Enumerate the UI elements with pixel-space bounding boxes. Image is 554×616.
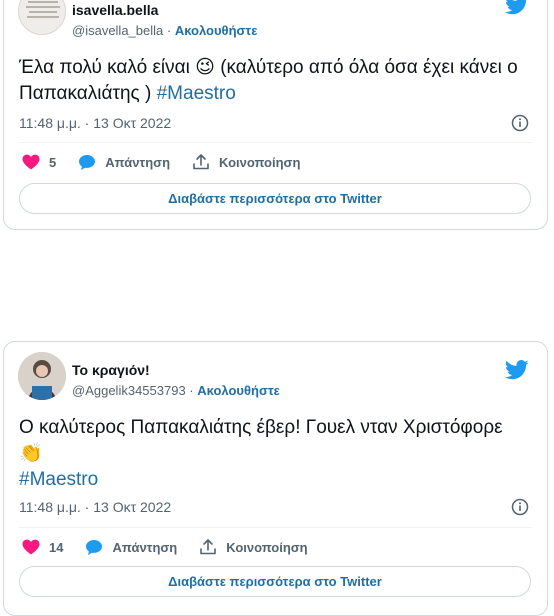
handle-line: @isavella_bella · Ακολουθήστε bbox=[72, 23, 257, 38]
share-icon bbox=[193, 154, 209, 170]
reply-button[interactable]: Απάντηση bbox=[78, 154, 170, 171]
reply-button[interactable]: Απάντηση bbox=[85, 539, 177, 556]
tweet-body: Ο καλύτερος Παπακαλιάτης έβερ! Γουελ ντα… bbox=[19, 417, 503, 464]
like-count: 5 bbox=[49, 154, 57, 170]
share-button[interactable]: Κοινοποίηση bbox=[199, 538, 308, 556]
follow-link[interactable]: Ακολουθήστε bbox=[175, 23, 258, 38]
tweet-body: Έλα πολύ καλό είναι 😉 (καλύτερο από όλα … bbox=[19, 57, 518, 104]
hashtag-link[interactable]: #Maestro bbox=[157, 83, 236, 104]
tweet-card: isavella.bella @isavella_bella · Ακολουθ… bbox=[3, 0, 548, 230]
read-more-button[interactable]: Διαβάστε περισσότερα στο Twitter bbox=[19, 566, 531, 597]
timestamp[interactable]: 11:48 μ.μ. · 13 Οκτ 2022 bbox=[19, 499, 171, 515]
twitter-bird-icon[interactable] bbox=[505, 360, 529, 380]
reply-label: Απάντηση bbox=[112, 539, 178, 555]
read-more-button[interactable]: Διαβάστε περισσότερα στο Twitter bbox=[19, 183, 531, 214]
separator: · bbox=[163, 23, 175, 38]
divider bbox=[19, 142, 532, 143]
display-name[interactable]: Το κραγιόν! bbox=[72, 362, 150, 378]
twitter-bird-icon[interactable] bbox=[505, 0, 529, 15]
user-handle[interactable]: @isavella_bella bbox=[72, 23, 163, 38]
tweet-card: Το κραγιόν! @Aggelik34553793 · Ακολουθήσ… bbox=[3, 341, 548, 616]
action-bar: 14 Απάντηση Κοινοποίηση bbox=[22, 538, 330, 556]
info-icon[interactable] bbox=[511, 498, 529, 516]
heart-icon bbox=[22, 154, 40, 170]
hashtag-link[interactable]: #Maestro bbox=[19, 469, 98, 490]
heart-icon bbox=[22, 539, 40, 555]
avatar[interactable] bbox=[18, 352, 66, 400]
display-name[interactable]: isavella.bella bbox=[72, 2, 158, 18]
tweet-text: Έλα πολύ καλό είναι 😉 (καλύτερο από όλα … bbox=[19, 55, 529, 107]
share-button[interactable]: Κοινοποίηση bbox=[192, 153, 300, 171]
user-handle[interactable]: @Aggelik34553793 bbox=[72, 383, 186, 398]
reply-bubble-icon bbox=[86, 539, 103, 555]
info-icon[interactable] bbox=[511, 114, 529, 132]
share-icon bbox=[200, 539, 217, 555]
follow-link[interactable]: Ακολουθήστε bbox=[197, 383, 280, 398]
avatar[interactable] bbox=[18, 0, 66, 35]
share-label: Κοινοποίηση bbox=[226, 539, 308, 555]
reply-bubble-icon bbox=[79, 154, 96, 170]
like-button[interactable]: 14 bbox=[22, 539, 63, 555]
separator: · bbox=[185, 383, 198, 398]
divider bbox=[19, 527, 532, 528]
like-button[interactable]: 5 bbox=[22, 154, 56, 170]
like-count: 14 bbox=[49, 539, 64, 555]
timestamp[interactable]: 11:48 μ.μ. · 13 Οκτ 2022 bbox=[19, 115, 171, 131]
share-label: Κοινοποίηση bbox=[219, 154, 301, 170]
action-bar: 5 Απάντηση Κοινοποίηση bbox=[22, 153, 322, 171]
handle-line: @Aggelik34553793 · Ακολουθήστε bbox=[72, 383, 280, 398]
reply-label: Απάντηση bbox=[105, 154, 171, 170]
tweet-text: Ο καλύτερος Παπακαλιάτης έβερ! Γουελ ντα… bbox=[19, 415, 529, 493]
